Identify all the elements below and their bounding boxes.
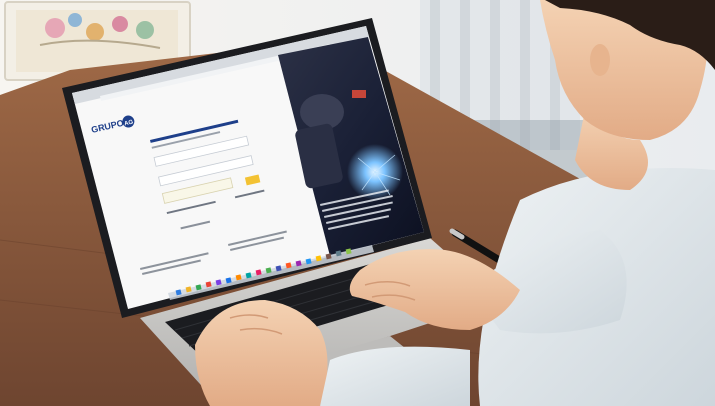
- photo-scene: GRUPO AG: [0, 0, 715, 406]
- person-ear: [590, 44, 610, 76]
- welder-helmet: [300, 94, 344, 130]
